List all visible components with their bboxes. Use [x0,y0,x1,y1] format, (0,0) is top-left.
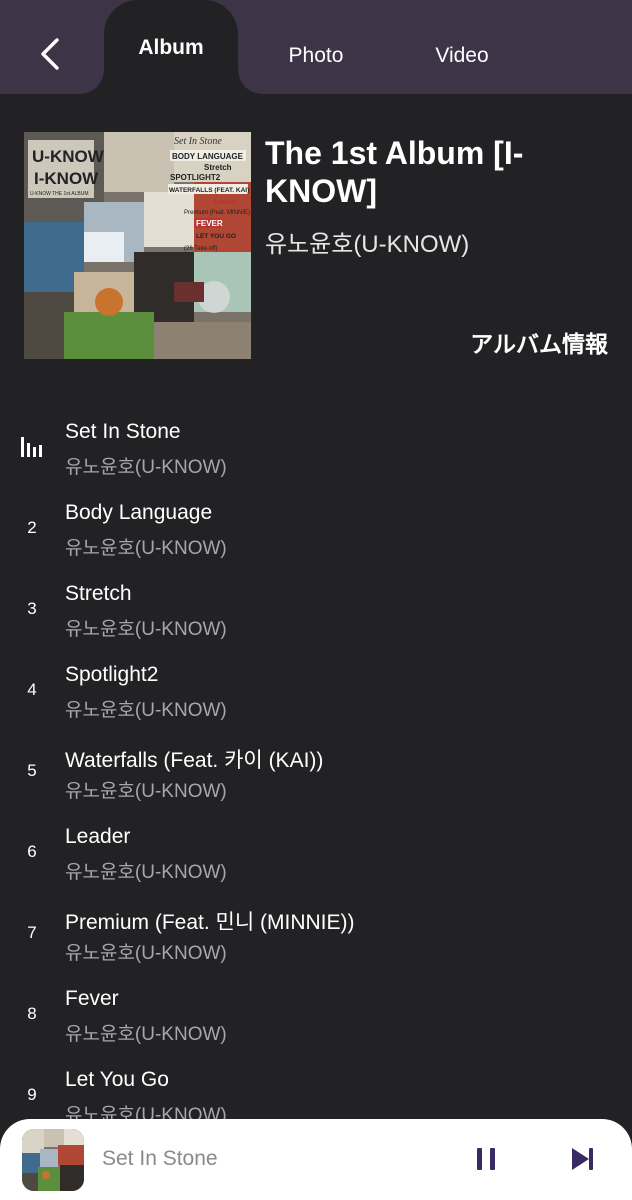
track-row[interactable]: 5 Waterfalls (Feat. 카이 (KAI)) 유노윤호(U-KNO… [0,730,632,811]
next-track-button[interactable] [564,1141,600,1177]
player-track-title[interactable]: Set In Stone [102,1147,218,1171]
track-title: Fever [65,987,119,1010]
track-number: 2 [27,518,37,537]
track-title: Waterfalls (Feat. 카이 (KAI)) [65,749,324,772]
track-title: Leader [65,825,131,848]
cover-text-premium: Premium (Feat. MINNIE) [184,210,250,216]
back-button[interactable] [28,30,72,78]
cover-text-fever: FEVER [196,219,223,228]
track-row[interactable]: Set In Stone 유노윤호(U-KNOW) [0,406,632,487]
album-cover-collage: U-KNOW I-KNOW U-KNOW THE 1st ALBUM Set I… [24,132,251,359]
track-title: Body Language [65,501,213,524]
album-artist[interactable]: 유노윤호(U-KNOW) [265,224,469,259]
top-navigation-bar: Album Photo Video [0,0,632,94]
tab-video[interactable]: Video [414,44,510,68]
track-number: 5 [27,761,37,780]
track-row[interactable]: 3 Stretch 유노윤호(U-KNOW) [0,568,632,649]
player-album-thumbnail[interactable] [22,1129,84,1191]
skip-next-icon [572,1148,593,1170]
track-artist: 유노윤호(U-KNOW) [65,862,227,883]
album-info-button[interactable]: アルバム情報 [470,325,608,359]
track-row[interactable]: 8 Fever 유노윤호(U-KNOW) [0,973,632,1054]
cover-text-leader: Leader [214,199,237,206]
track-title: Set In Stone [65,420,181,443]
cover-text-stretch: Stretch [204,163,232,172]
cover-logo-sub: U-KNOW THE 1st ALBUM [30,191,89,197]
track-row[interactable]: 7 Premium (Feat. 민니 (MINNIE)) 유노윤호(U-KNO… [0,892,632,973]
pause-button[interactable] [468,1141,504,1177]
cover-text-waterfalls: WATERFALLS (FEAT. KAI) [169,187,249,194]
cover-text-spotlight2: SPOTLIGHT2 [170,173,221,182]
equalizer-bars-icon [21,437,42,457]
track-row[interactable]: 6 Leader 유노윤호(U-KNOW) [0,811,632,892]
cover-text-body-language: BODY LANGUAGE [172,152,244,161]
cover-text-set-in-stone: Set In Stone [174,136,222,147]
track-title: Spotlight2 [65,663,159,686]
track-artist: 유노윤호(U-KNOW) [65,619,227,640]
track-title: Let You Go [65,1068,169,1091]
track-number: 7 [27,923,37,942]
tab-album[interactable]: Album [80,0,262,94]
track-number: 6 [27,842,37,861]
track-title: Premium (Feat. 민니 (MINNIE)) [65,911,355,934]
track-number: 4 [27,680,37,699]
cover-text-take-off: (26 Take-off) [184,246,217,252]
mini-player[interactable]: Set In Stone [0,1119,632,1200]
track-artist: 유노윤호(U-KNOW) [65,781,227,802]
cover-logo-top: U-KNOW [32,147,105,166]
album-cover-art: U-KNOW I-KNOW U-KNOW THE 1st ALBUM Set I… [24,132,251,359]
track-title: Stretch [65,582,132,605]
track-row[interactable]: 4 Spotlight2 유노윤호(U-KNOW) [0,649,632,730]
chevron-left-icon [41,38,59,70]
player-thumbnail-art [22,1129,84,1191]
track-artist: 유노윤호(U-KNOW) [65,943,227,964]
tab-photo[interactable]: Photo [268,44,364,68]
album-title: The 1st Album [I-KNOW] [265,135,524,209]
track-artist: 유노윤호(U-KNOW) [65,538,227,559]
cover-text-let-you-go: LET YOU GO [196,233,236,240]
tab-album-label: Album [138,36,204,59]
track-artist: 유노윤호(U-KNOW) [65,700,227,721]
track-number: 8 [27,1004,37,1023]
cover-logo-bottom: I-KNOW [34,169,99,188]
track-row[interactable]: 2 Body Language 유노윤호(U-KNOW) [0,487,632,568]
pause-icon [477,1148,495,1170]
track-number: 3 [27,599,37,618]
track-list: Set In Stone 유노윤호(U-KNOW) 2 Body Languag… [0,406,632,1135]
track-artist: 유노윤호(U-KNOW) [65,1024,227,1045]
track-artist: 유노윤호(U-KNOW) [65,457,227,478]
